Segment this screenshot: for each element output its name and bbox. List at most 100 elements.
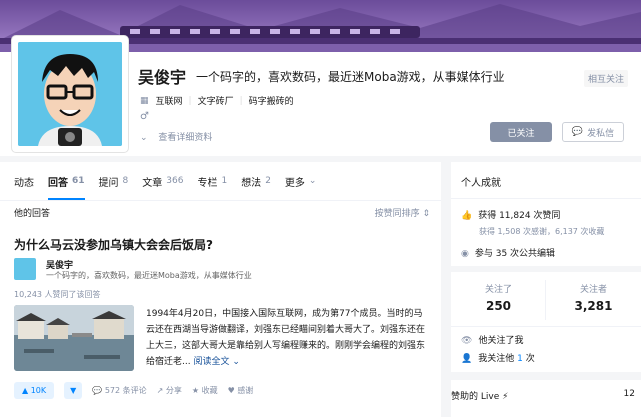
sort-icon: ⇕ [422,209,430,219]
thanks-label: 感谢 [237,386,254,395]
answers-header-title: 他的回答 [14,209,51,219]
tab-questions[interactable]: 提问 8 [99,162,129,200]
tab-columns[interactable]: 专栏 1 [197,162,227,200]
tab-thoughts-count: 2 [265,176,271,186]
eye-icon: 👁 [461,336,473,346]
following-count: 250 [485,299,512,313]
tab-questions-count: 8 [122,176,129,186]
question-title[interactable]: 为什么马云没参加乌镇大会会后饭局? [14,236,213,253]
chat-bubble-icon: 💬 [571,127,584,137]
edits-achievement: ◉ 参与 35 次公共编辑 [461,246,555,259]
sort-label: 按赞同排序 [374,209,420,219]
followers-count: 3,281 [574,299,613,313]
followers-stat[interactable]: 关注者 3,281 [546,282,641,313]
answers-list-header: 他的回答 按赞同排序 ⇕ [14,206,430,219]
send-message-button[interactable]: 💬 发私信 [562,122,624,142]
tab-questions-label: 提问 [98,177,119,189]
thanks-favorites-stat: 获得 1,508 次感谢，6,137 次收藏 [479,227,605,236]
answer-excerpt-text: 1994年4月20日，中国接入国际互联网，成为第77个成员。当时的马云还在西湖当… [146,309,426,367]
following-stat[interactable]: 关注了 250 [451,282,546,313]
avatar-cartoon-icon [18,42,122,146]
waterfront-town-image [14,305,134,371]
follow-stats-card: 关注了 250 关注者 3,281 👁 他关注了我 👤 我关注他 1 次 [451,272,641,372]
avatar[interactable] [12,36,128,152]
chevron-down-icon: ⌄ [140,133,148,143]
share-label: 分享 [165,386,182,395]
also-follow-indicator[interactable]: 👤 我关注他 1 次 [461,351,535,364]
comment-icon: 💬 [92,386,103,395]
share-icon: ↗ [156,386,164,395]
divider [451,326,641,327]
profile-name: 吴俊宇 [138,68,187,87]
following-label: 关注了 [484,285,512,295]
favorite-label: 收藏 [201,386,218,395]
achievements-card: 个人成就 👍 获得 11,824 次赞同 获得 1,508 次感谢，6,137 次… [451,162,641,266]
comments-label: 572 条评论 [104,386,147,395]
tab-columns-label: 专栏 [197,177,218,189]
edit-badge-icon: ◉ [461,249,469,259]
tab-columns-count: 1 [221,176,228,186]
answers-panel: 动态 回答 61 提问 8 文章 366 专栏 1 想法 2 更多 ⌄ 他的回答 按赞同排序… [0,162,441,417]
thumbs-up-icon: 👍 [461,211,473,221]
upvotes-achievement: 👍 获得 11,824 次赞同 [461,208,560,221]
also-follow-count: 1 [517,354,523,364]
tag-separator: | [188,95,192,106]
sponsored-live-count: 12 [623,389,635,399]
user-plus-icon: 👤 [461,354,473,364]
upvote-button[interactable]: ▲ 10K [14,382,55,399]
profile-headline: 一个码字的，喜欢数码，最近迷Moba游戏，从事媒体行业 [196,70,505,84]
briefcase-icon: ▦ [140,95,149,106]
favorite-button[interactable]: ★ 收藏 [192,385,218,396]
tag-position: 码字搬砖的 [248,97,294,107]
tab-more[interactable]: 更多 ⌄ [285,162,317,200]
comments-button[interactable]: 💬 572 条评论 [92,385,146,396]
tab-thoughts[interactable]: 想法 2 [241,162,271,200]
upvote-count: 10K [30,386,47,395]
read-more-link[interactable]: 阅读全文 ⌄ [193,357,239,367]
edits-text: 参与 35 次公共编辑 [474,249,556,259]
view-details-label: 查看详细资料 [158,133,213,143]
follows-you-indicator: 👁 他关注了我 [461,333,523,346]
also-follow-suffix: 次 [525,354,535,364]
sort-dropdown[interactable]: 按赞同排序 ⇕ [375,206,430,219]
divider [451,198,641,199]
author-avatar[interactable] [14,258,36,280]
chevron-down-icon: ⌄ [308,176,317,186]
tag-company: 文字砖厂 [197,97,234,107]
achievements-title: 个人成就 [461,178,501,189]
star-icon: ★ [191,386,200,395]
follows-you-text: 他关注了我 [478,336,524,346]
sponsored-live-label: 赞助的 Live ⚡ [451,392,509,402]
downvote-button[interactable]: ▼ [64,382,83,399]
heart-icon: ♥ [227,386,235,395]
thanks-button[interactable]: ♥ 感谢 [228,385,254,396]
upvotes-text: 获得 11,824 次赞同 [478,211,561,221]
followed-button[interactable]: 已关注 [490,122,552,142]
read-more-label: 阅读全文 [193,357,230,367]
view-details-link[interactable]: ⌄ 查看详细资料 [140,130,212,143]
tab-answers[interactable]: 回答 61 [48,162,85,200]
tab-activity[interactable]: 动态 [14,162,34,200]
author-bio: 一个码字的，喜欢数码，最近迷Moba游戏，从事媒体行业 [46,271,252,280]
tab-answers-count: 61 [72,176,85,186]
tag-industry: 互联网 [155,97,183,107]
profile-tags: ▦ 互联网 | 文字砖厂 | 码字搬砖的 [140,94,294,108]
mutual-follow-badge: 相互关注 [584,70,629,87]
tab-answers-label: 回答 [48,177,68,189]
vote-summary: 10,243 人赞同了该回答 [14,290,101,299]
tab-articles[interactable]: 文章 366 [142,162,183,200]
followers-label: 关注者 [579,285,607,295]
answer-actions: ▲ 10K ▼ 💬 572 条评论 ↗ 分享 ★ 收藏 ♥ 感谢 [14,382,253,399]
share-button[interactable]: ↗ 分享 [157,385,182,396]
tab-articles-label: 文章 [142,177,163,189]
tab-more-label: 更多 [284,177,305,189]
send-message-label: 发私信 [587,128,615,139]
answer-excerpt[interactable]: 1994年4月20日，中国接入国际互联网，成为第77个成员。当时的马云还在西湖当… [146,306,430,370]
tag-separator: | [239,95,243,106]
answer-thumbnail[interactable] [14,305,134,371]
tab-thoughts-label: 想法 [241,177,262,189]
profile-tabs: 动态 回答 61 提问 8 文章 366 专栏 1 想法 2 更多 ⌄ [0,162,441,201]
also-follow-prefix: 我关注他 [478,354,515,364]
sponsored-live-card[interactable]: 赞助的 Live ⚡ 12 [451,380,641,417]
tab-articles-count: 366 [166,176,184,186]
